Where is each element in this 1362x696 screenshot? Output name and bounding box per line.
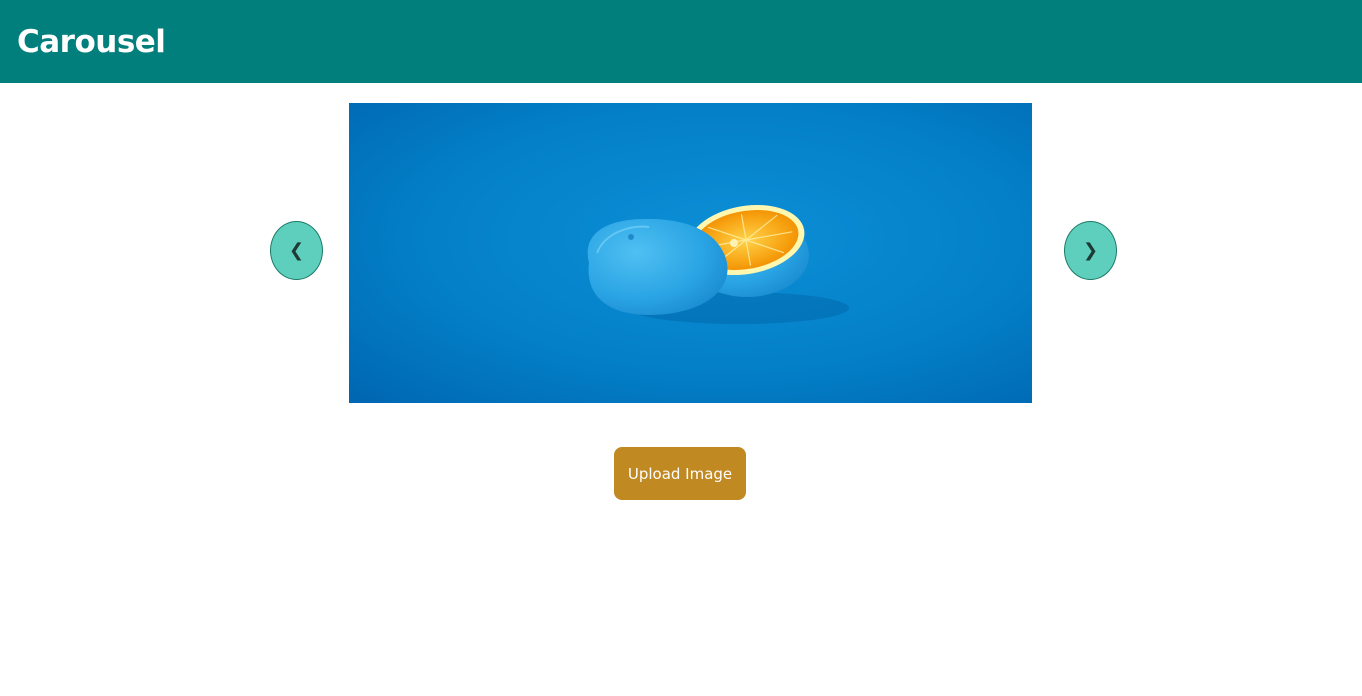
chevron-left-icon: ❮ [288,239,305,261]
upload-image-button[interactable]: Upload Image [614,447,746,500]
next-slide-button[interactable]: ❯ [1064,221,1117,280]
app-header: Carousel [0,0,1362,83]
chevron-right-icon: ❯ [1082,239,1099,261]
carousel-slide-image [349,103,1032,403]
previous-slide-button[interactable]: ❮ [270,221,323,280]
page-title: Carousel [17,23,166,60]
